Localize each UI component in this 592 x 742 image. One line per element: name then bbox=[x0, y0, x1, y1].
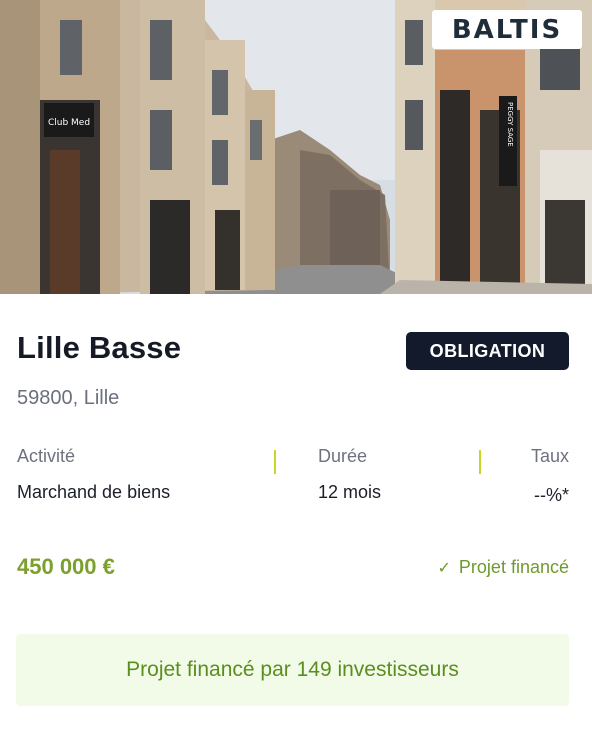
duration-label: Durée bbox=[318, 446, 368, 466]
rate-label: Taux bbox=[530, 446, 569, 466]
brand-logo: BALTIS bbox=[432, 10, 582, 49]
duration-value: 12 mois bbox=[318, 482, 382, 502]
sign-peggy-sage: PEGGY SAGE bbox=[506, 102, 514, 147]
project-title: Lille Basse bbox=[17, 330, 182, 365]
investment-type-badge: OBLIGATION bbox=[406, 332, 569, 370]
activity-value: Marchand de biens bbox=[17, 482, 171, 502]
check-icon: ✓ bbox=[437, 559, 451, 577]
activity-label: Activité bbox=[17, 446, 76, 466]
funding-amount: 450 000 € bbox=[17, 554, 115, 579]
investors-banner: Projet financé par 149 investisseurs bbox=[16, 634, 569, 706]
stat-divider bbox=[274, 450, 276, 474]
rate-value: --%* bbox=[534, 485, 569, 505]
funding-status: ✓ Projet financé bbox=[438, 557, 569, 578]
stat-divider bbox=[479, 450, 481, 474]
project-location: 59800, Lille bbox=[17, 387, 120, 409]
funding-status-label: Projet financé bbox=[458, 557, 569, 577]
investors-banner-text: Projet financé par 149 investisseurs bbox=[126, 658, 459, 681]
project-photo: Club Med PEGGY SAGE BALTIS bbox=[0, 0, 592, 294]
sign-club-med: Club Med bbox=[48, 118, 90, 128]
